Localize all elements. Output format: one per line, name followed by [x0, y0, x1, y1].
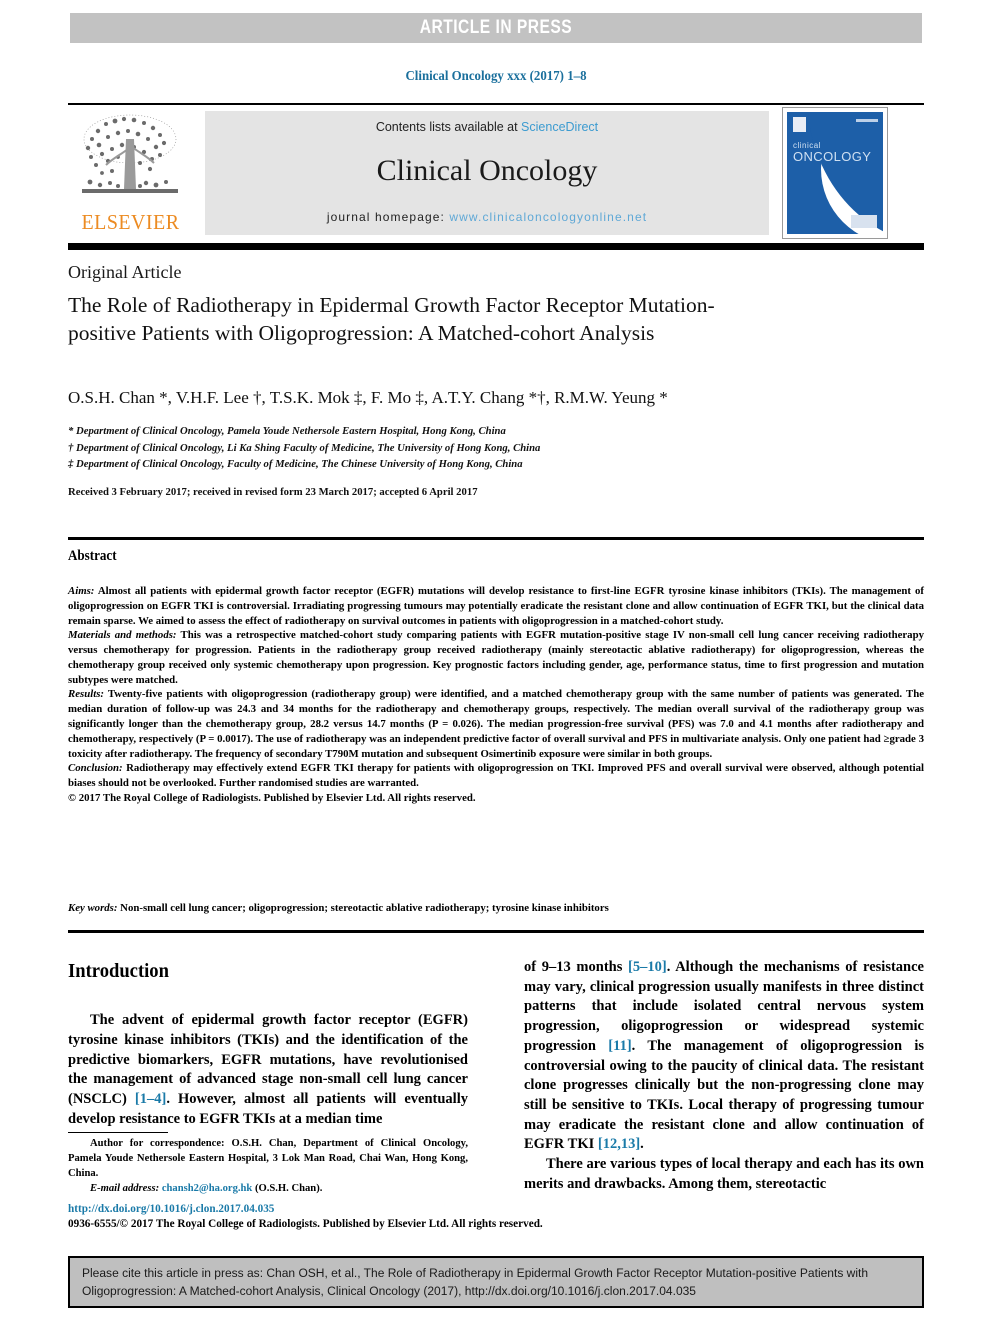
- contents-lists-line: Contents lists available at ScienceDirec…: [376, 120, 598, 134]
- intro-right-text-c: . The management of oligoprogression is …: [524, 1037, 924, 1153]
- citation-ref-5-10[interactable]: [5–10]: [628, 959, 667, 975]
- affiliation-item: ‡ Department of Clinical Oncology, Facul…: [68, 458, 523, 471]
- affiliation-item: * Department of Clinical Oncology, Pamel…: [68, 425, 506, 437]
- abstract-text-aims: Almost all patients with epidermal growt…: [68, 585, 924, 627]
- citation-ref-1-4[interactable]: [1–4]: [135, 1091, 166, 1107]
- footnote-correspondence: Author for correspondence: O.S.H. Chan, …: [68, 1138, 468, 1180]
- affiliation-item: † Department of Clinical Oncology, Li Ka…: [68, 441, 541, 454]
- footnote-email-label: E-mail address:: [90, 1183, 160, 1195]
- article-page: ARTICLE IN PRESS Clinical Oncology xxx (…: [0, 0, 992, 1323]
- abstract-section-results: Results: Twenty-five patients with oligo…: [68, 687, 924, 761]
- footnote-email-link[interactable]: chansh2@ha.org.hk: [162, 1183, 253, 1194]
- intro-right-text-a: of 9–13 months: [524, 959, 629, 975]
- author-list: O.S.H. Chan *, V.H.F. Lee †, T.S.K. Mok …: [68, 388, 858, 408]
- masthead-top-rule: [68, 103, 924, 105]
- page-title: The Role of Radiotherapy in Epidermal Gr…: [68, 293, 715, 346]
- contents-prefix: Contents lists available at: [375, 120, 522, 134]
- abstract-label-conclusion: Conclusion:: [68, 762, 123, 775]
- abstract-section-aims: Aims: Almost all patients with epidermal…: [68, 584, 924, 628]
- journal-cover-art: clinical ONCOLOGY: [787, 112, 883, 234]
- affiliations: * Department of Clinical Oncology, Pamel…: [68, 423, 834, 473]
- cite-this-article-text: Please cite this article in press as: Ch…: [82, 1266, 869, 1298]
- masthead-bottom-rule: [68, 243, 924, 250]
- cover-title-text: clinical ONCOLOGY: [793, 142, 872, 164]
- homepage-prefix: journal homepage:: [326, 210, 450, 224]
- footnote-email-owner: (O.S.H. Chan).: [252, 1183, 323, 1195]
- journal-homepage-link[interactable]: www.clinicaloncologyonline.net: [449, 210, 647, 224]
- cover-society-badge: [851, 215, 877, 228]
- abstract-top-rule: [68, 537, 924, 540]
- abstract-text-results: Twenty-five patients with oligoprogressi…: [68, 688, 924, 760]
- abstract-body: Aims: Almost all patients with epidermal…: [68, 584, 924, 806]
- cite-this-article-box: Please cite this article in press as: Ch…: [68, 1256, 924, 1308]
- elsevier-logo: ELSEVIER: [68, 109, 193, 237]
- intro-paragraph-left: The advent of epidermal growth factor re…: [68, 1011, 468, 1129]
- abstract-copyright: © 2017 The Royal College of Radiologists…: [68, 791, 476, 804]
- intro-paragraph-right-cont: of 9–13 months [5–10]. Although the mech…: [524, 958, 924, 1155]
- author-list-text: O.S.H. Chan *, V.H.F. Lee †, T.S.K. Mok …: [68, 388, 668, 407]
- elsevier-tree-icon: [82, 114, 178, 193]
- cover-topright-mark: [856, 119, 878, 122]
- abstract-text-methods: This was a retrospective matched-cohort …: [68, 629, 924, 686]
- abstract-bottom-rule: [68, 930, 924, 933]
- abstract-section-methods: Materials and methods: This was a retros…: [68, 628, 924, 687]
- body-column-left: Introduction The advent of epidermal gro…: [68, 958, 468, 1130]
- abstract-heading: Abstract: [68, 548, 117, 564]
- abstract-label-aims: Aims:: [68, 585, 95, 597]
- journal-cover-thumbnail: clinical ONCOLOGY: [782, 107, 888, 239]
- issn-copyright-line: 0936-6555/© 2017 The Royal College of Ra…: [68, 1216, 543, 1230]
- section-heading-introduction: Introduction: [68, 960, 169, 982]
- cover-elsevier-mark-icon: [793, 117, 806, 132]
- abstract-text-conclusion: Radiotherapy may effectively extend EGFR…: [68, 762, 924, 790]
- abstract-section-conclusion: Conclusion: Radiotherapy may effectively…: [68, 761, 924, 791]
- abstract-label-results: Results:: [68, 688, 104, 701]
- cover-title-line2: ONCOLOGY: [793, 149, 872, 164]
- article-in-press-banner: ARTICLE IN PRESS: [70, 13, 922, 43]
- article-type-label: Original Article: [68, 262, 182, 282]
- keywords-line: Key words: Non-small cell lung cancer; o…: [68, 902, 924, 914]
- footnote-block: Author for correspondence: O.S.H. Chan, …: [68, 1136, 468, 1197]
- abstract-label-methods: Materials and methods:: [68, 629, 177, 642]
- citation-ref-11[interactable]: [11]: [608, 1038, 631, 1054]
- keywords-values: Non-small cell lung cancer; oligoprogres…: [117, 902, 609, 914]
- footnote-separator: [68, 1132, 168, 1133]
- journal-running-head: Clinical Oncology xxx (2017) 1–8: [405, 69, 587, 84]
- sciencedirect-link[interactable]: ScienceDirect: [521, 120, 598, 134]
- journal-title: Clinical Oncology: [376, 154, 598, 187]
- intro-right-text-d: .: [640, 1136, 644, 1153]
- intro-paragraph-right-2: There are various types of local therapy…: [524, 1156, 924, 1192]
- elsevier-wordmark: ELSEVIER: [81, 210, 180, 234]
- footnote-email-line: E-mail address: chansh2@ha.org.hk (O.S.H…: [68, 1181, 468, 1196]
- masthead-center-panel: Contents lists available at ScienceDirec…: [205, 111, 769, 235]
- article-history: Received 3 February 2017; received in re…: [68, 486, 478, 498]
- keywords-label: Key words:: [68, 902, 118, 914]
- article-in-press-label: ARTICLE IN PRESS: [419, 17, 573, 38]
- body-column-right: of 9–13 months [5–10]. Although the mech…: [524, 958, 924, 1195]
- journal-masthead: ELSEVIER Contents lists available at Sci…: [68, 103, 924, 239]
- citation-ref-12-13[interactable]: [12,13]: [598, 1136, 640, 1152]
- journal-homepage-line: journal homepage: www.clinicaloncologyon…: [327, 210, 647, 224]
- doi-link[interactable]: http://dx.doi.org/10.1016/j.clon.2017.04…: [68, 1201, 274, 1216]
